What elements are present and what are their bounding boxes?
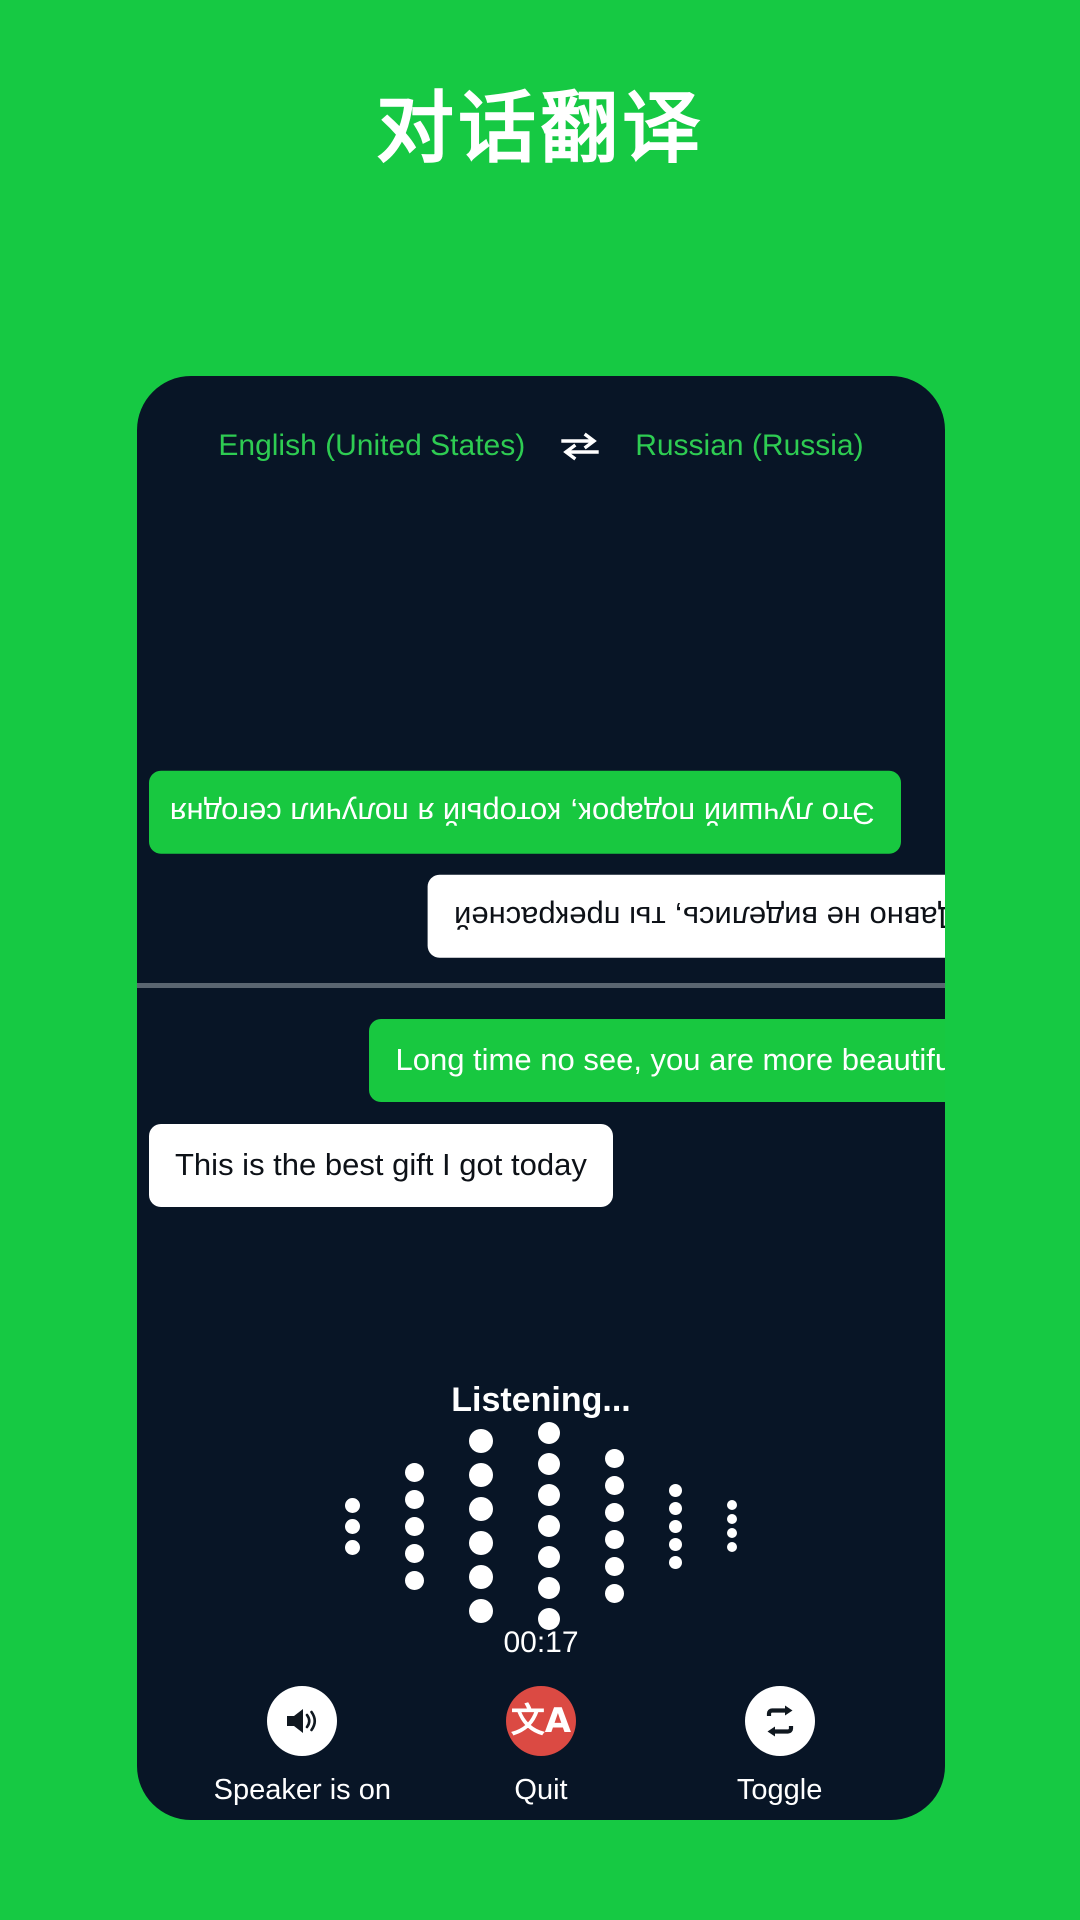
waveform-dot [605,1530,624,1549]
message-row: Давно не виделись, ты прекрасней [137,875,945,958]
swap-horizontal-icon[interactable] [525,431,635,461]
waveform-dot [405,1570,424,1590]
waveform-dot [405,1516,424,1536]
waveform-dot [469,1599,493,1623]
local-message-bubble[interactable]: This is the best gift I got today [149,1123,613,1207]
waveform-dot [469,1531,493,1555]
waveform-column [469,1424,493,1628]
waveform-dot [727,1500,737,1510]
waveform-dot [669,1501,682,1515]
waveform-column [669,1481,682,1571]
message-row: Long time no see, you are more beautiful [137,1019,945,1102]
remote-message-bubble[interactable]: Это лучший подарок, который я получил се… [149,770,901,854]
waveform-dot [538,1422,560,1444]
waveform-dot [669,1483,682,1497]
message-row: This is the best gift I got today [137,1123,945,1207]
toggle-button-label: Toggle [736,1774,823,1806]
waveform-dot [669,1537,682,1551]
waveform-dot [469,1497,493,1521]
waveform-dot [538,1484,560,1506]
listening-status-label: Listening... [451,1381,631,1419]
waveform-dot [469,1463,493,1487]
waveform-dot [538,1515,560,1537]
quit-button-label: Quit [514,1774,568,1806]
remote-conversation-pane: Это лучший подарок, который я получил се… [137,486,945,983]
speaker-on-icon [267,1686,338,1756]
translate-icon: 文A [505,1686,576,1756]
audio-waveform [137,1422,945,1630]
waveform-dot [605,1557,624,1576]
translate-glyph: 文A [510,1701,572,1741]
waveform-dot [538,1453,560,1475]
speaker-button-label: Speaker is on [213,1774,391,1806]
local-message-bubble[interactable]: Long time no see, you are more beautiful [369,1019,945,1102]
control-bar: Speaker is on 文A Quit Toggle [137,1686,945,1807]
target-language-label[interactable]: Russian (Russia) [635,429,863,463]
speaker-button[interactable]: Speaker is on [192,1686,412,1807]
waveform-dot [669,1519,682,1533]
waveform-dot [405,1462,424,1482]
source-language-label[interactable]: English (United States) [218,429,525,463]
waveform-dot [605,1476,624,1495]
waveform-dot [727,1514,737,1524]
recording-timer: 00:17 [503,1626,579,1659]
waveform-column [727,1498,737,1554]
repeat-swap-icon [744,1686,815,1756]
waveform-dot [469,1429,493,1453]
language-bar: English (United States) Russian (Russia) [137,416,945,476]
local-conversation-pane: Long time no see, you are more beautiful… [137,988,945,1288]
phone-panel: English (United States) Russian (Russia)… [137,376,945,1820]
waveform-dot [405,1543,424,1563]
page-title: 对话翻译 [375,84,704,172]
waveform-dot [405,1489,424,1509]
waveform-dot [345,1497,360,1513]
waveform-dot [727,1528,737,1538]
remote-message-bubble[interactable]: Давно не виделись, ты прекрасней [428,875,945,958]
waveform-dot [345,1539,360,1555]
waveform-dot [605,1449,624,1468]
message-row: Это лучший подарок, который я получил се… [137,770,945,854]
quit-button[interactable]: 文A Quit [431,1686,651,1807]
waveform-dot [727,1542,737,1552]
waveform-column [538,1418,560,1635]
waveform-dot [538,1577,560,1599]
waveform-dot [345,1518,360,1534]
waveform-dot [669,1555,682,1569]
waveform-dot [605,1503,624,1522]
waveform-dot [538,1546,560,1568]
toggle-button[interactable]: Toggle [670,1686,890,1807]
waveform-column [345,1495,360,1558]
waveform-column [405,1459,424,1594]
waveform-dot [605,1584,624,1603]
waveform-column [605,1445,624,1607]
waveform-dot [469,1565,493,1589]
